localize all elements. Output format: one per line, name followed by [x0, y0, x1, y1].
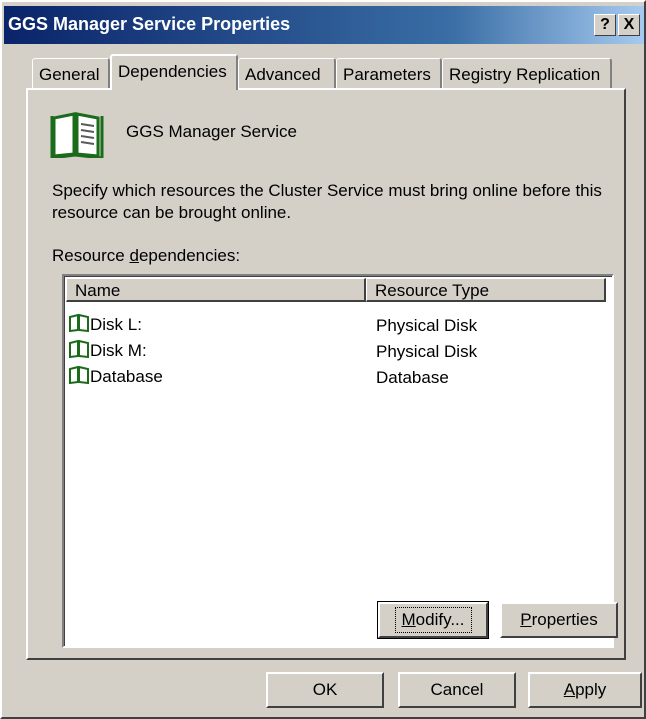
tab-parameters-label: Parameters: [343, 65, 431, 84]
modify-button-label: Modify...: [394, 607, 472, 633]
modify-label-rest: odify...: [415, 610, 465, 629]
modify-accelerator: M: [401, 610, 416, 629]
list-item-name-cell: Database: [68, 365, 163, 387]
window-title: GGS Manager Service Properties: [8, 14, 291, 34]
apply-label-rest: pply: [575, 680, 607, 699]
list-item[interactable]: Database Database: [66, 364, 606, 388]
list-item-name-cell: Disk L:: [68, 313, 142, 335]
list-item-name: Database: [90, 367, 163, 386]
apply-accelerator: A: [563, 680, 576, 699]
tab-registry-replication[interactable]: Registry Replication: [442, 58, 612, 88]
dependencies-list-label: Resource dependencies:: [52, 246, 240, 266]
apply-button-label: Apply: [564, 680, 607, 699]
dependencies-list[interactable]: Name Resource Type Disk L: Physical Disk…: [62, 274, 614, 648]
properties-label-rest: roperties: [531, 610, 598, 629]
list-item-type: Database: [376, 368, 449, 387]
book-icon: [69, 339, 89, 359]
help-button[interactable]: ?: [594, 14, 616, 36]
tab-parameters[interactable]: Parameters: [336, 58, 442, 88]
column-header-resource-type[interactable]: Resource Type: [366, 278, 606, 302]
description-text: Specify which resources the Cluster Serv…: [52, 181, 602, 222]
column-header-name[interactable]: Name: [66, 278, 366, 302]
properties-accelerator: P: [520, 610, 532, 629]
list-label-suffix: ependencies:: [138, 246, 241, 265]
tab-general[interactable]: General: [32, 58, 110, 88]
book-icon: [69, 313, 89, 333]
tab-dependencies[interactable]: Dependencies: [110, 54, 238, 90]
list-label-accelerator: d: [129, 246, 139, 265]
list-item[interactable]: Disk M: Physical Disk: [66, 338, 606, 362]
book-icon: [69, 365, 89, 385]
ok-button[interactable]: OK: [266, 672, 384, 708]
list-item-name: Disk L:: [90, 315, 142, 334]
properties-dialog: GGS Manager Service Properties ? X Gener…: [0, 0, 646, 719]
list-item-name-cell: Disk M:: [68, 339, 147, 361]
close-button[interactable]: X: [618, 14, 640, 36]
title-bar[interactable]: GGS Manager Service Properties ? X: [4, 6, 644, 44]
book-icon: [50, 112, 104, 158]
resource-name: GGS Manager Service: [126, 122, 298, 141]
tab-general-label: General: [39, 65, 100, 84]
list-label-prefix: Resource: [52, 246, 130, 265]
list-item-name: Disk M:: [90, 341, 147, 360]
tab-advanced[interactable]: Advanced: [238, 58, 336, 88]
properties-button[interactable]: Properties: [500, 602, 618, 638]
tab-registry-replication-label: Registry Replication: [449, 65, 601, 84]
apply-button[interactable]: Apply: [528, 672, 642, 708]
list-item-type: Physical Disk: [376, 316, 478, 335]
list-item[interactable]: Disk L: Physical Disk: [66, 312, 606, 336]
properties-button-label: Properties: [520, 610, 597, 629]
cancel-button[interactable]: Cancel: [398, 672, 516, 708]
list-item-type: Physical Disk: [376, 342, 478, 361]
tab-dependencies-label: Dependencies: [118, 62, 227, 81]
modify-button[interactable]: Modify...: [377, 601, 489, 639]
tab-advanced-label: Advanced: [245, 65, 321, 84]
